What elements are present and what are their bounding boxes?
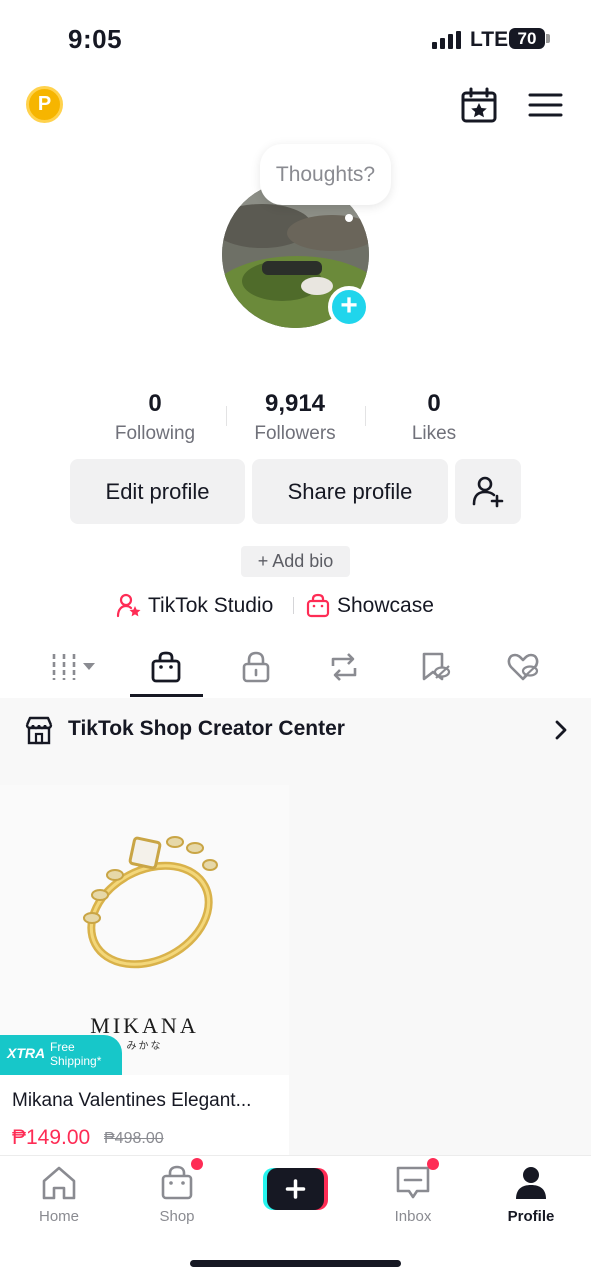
stat-following[interactable]: 0 Following [85, 390, 225, 445]
free-shipping-badge: XTRA Free Shipping* [0, 1035, 122, 1075]
xtra-label: XTRA [7, 1045, 46, 1061]
stat-following-value: 0 [148, 390, 162, 417]
shop-bag-icon [161, 1165, 193, 1200]
create-button[interactable] [263, 1168, 328, 1210]
product-old-price: ₱498.00 [104, 1130, 164, 1147]
link-divider [293, 597, 294, 614]
stat-likes[interactable]: 0 Likes [364, 390, 504, 445]
product-card[interactable]: MIKANA みかな XTRA Free Shipping* Mikana Va… [0, 785, 289, 1157]
thought-bubble-dot [345, 214, 353, 222]
free-shipping-line2: Shipping* [50, 1054, 102, 1068]
calendar-star-icon[interactable] [460, 86, 498, 124]
nav-profile-label: Profile [507, 1208, 555, 1225]
private-lock-tab-icon[interactable] [239, 650, 273, 684]
store-icon [25, 716, 53, 745]
videos-grid-tab-icon[interactable] [50, 650, 98, 684]
free-shipping-line1: Free [50, 1040, 75, 1054]
nav-inbox[interactable]: Inbox [368, 1164, 458, 1225]
product-price: ₱149.00 [12, 1126, 91, 1149]
showcase-bag-icon [306, 593, 330, 618]
home-indicator [190, 1260, 401, 1267]
battery-icon: 70 [509, 28, 545, 49]
studio-icon [116, 593, 141, 618]
nav-shop-label: Shop [159, 1208, 195, 1225]
add-avatar-button[interactable]: + [328, 286, 370, 328]
inbox-notification-dot [427, 1158, 439, 1170]
inbox-icon [396, 1166, 430, 1199]
favorites-hidden-tab-icon[interactable] [418, 650, 452, 684]
share-profile-button[interactable]: Share profile [252, 459, 448, 524]
edit-profile-button[interactable]: Edit profile [70, 459, 245, 524]
showcase-label: Showcase [337, 594, 434, 617]
tiktok-studio-link[interactable]: TikTok Studio [116, 590, 273, 622]
nav-shop[interactable]: Shop [132, 1164, 222, 1225]
stat-followers-label: Followers [254, 423, 336, 444]
nav-home-label: Home [38, 1208, 79, 1225]
stat-followers[interactable]: 9,914 Followers [225, 390, 365, 445]
stat-likes-value: 0 [427, 390, 441, 417]
status-time: 9:05 [68, 24, 123, 54]
tiktok-studio-label: TikTok Studio [148, 594, 274, 617]
nav-home[interactable]: Home [14, 1164, 104, 1225]
creator-center-label: TikTok Shop Creator Center [68, 717, 345, 740]
stat-followers-value: 9,914 [264, 390, 326, 417]
stat-likes-label: Likes [411, 423, 457, 444]
add-bio-button[interactable]: + Add bio [241, 546, 350, 577]
coin-icon[interactable]: P [26, 86, 63, 123]
battery-cap [546, 34, 550, 43]
repost-tab-icon[interactable] [327, 650, 361, 684]
free-shipping-text: Free Shipping* [50, 1040, 101, 1068]
chevron-right-icon [555, 720, 567, 740]
network-type: LTE [470, 28, 509, 51]
ring-image [83, 836, 218, 969]
profile-icon [516, 1167, 546, 1199]
menu-icon[interactable] [527, 86, 565, 124]
add-friend-button[interactable] [455, 459, 521, 524]
showcase-link[interactable]: Showcase [305, 590, 434, 622]
product-title: Mikana Valentines Elegant... [12, 1090, 252, 1111]
shop-notification-dot [191, 1158, 203, 1170]
liked-hidden-tab-icon[interactable] [506, 650, 540, 684]
shop-tab-icon[interactable] [149, 650, 183, 684]
home-icon [42, 1166, 76, 1200]
stat-following-label: Following [114, 423, 196, 444]
active-tab-indicator [130, 694, 203, 697]
product-image: MIKANA みかな XTRA Free Shipping* [0, 785, 289, 1075]
nav-inbox-label: Inbox [394, 1208, 432, 1225]
add-user-icon [472, 476, 504, 508]
signal-icon [432, 31, 461, 49]
thought-bubble[interactable]: Thoughts? [260, 144, 391, 205]
nav-profile[interactable]: Profile [486, 1164, 576, 1225]
status-bar: 9:05 LTE 70 [0, 0, 591, 80]
